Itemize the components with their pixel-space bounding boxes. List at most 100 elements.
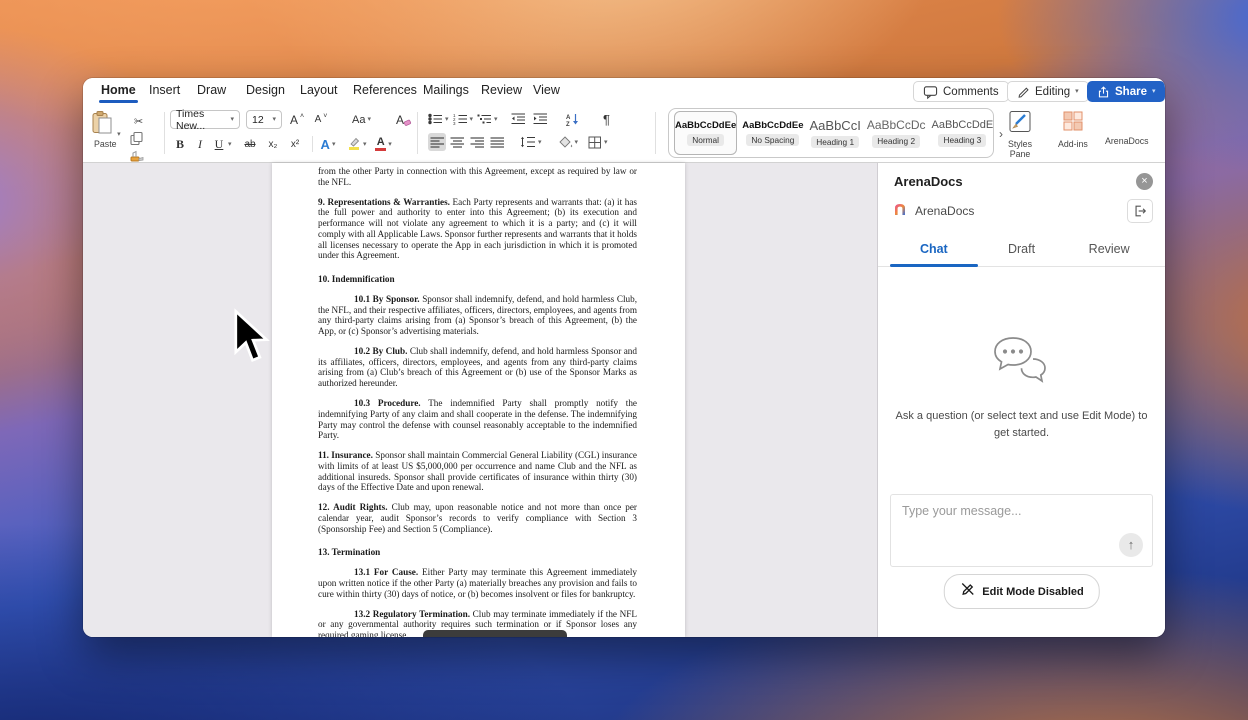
dock-peek-bar: [423, 630, 567, 637]
svg-text:3: 3: [453, 121, 456, 126]
style-no-spacing[interactable]: AaBbCcDdEe No Spacing: [741, 111, 804, 155]
paste-clipboard-icon: [90, 127, 114, 139]
font-color-button[interactable]: A▾: [375, 135, 393, 153]
borders-button[interactable]: ▾: [588, 133, 608, 151]
word-window: Home Insert Draw Design Layout Reference…: [83, 78, 1165, 637]
chevron-down-icon[interactable]: ▾: [228, 141, 238, 148]
highlight-color-button[interactable]: ▾: [347, 135, 367, 153]
share-icon: [1097, 85, 1110, 99]
add-ins-icon: [1061, 110, 1085, 136]
doc-paragraph-lead: 10.2 By Club.: [354, 346, 407, 356]
tab-draw[interactable]: Draw: [197, 83, 226, 97]
doc-paragraph-lead: 13.1 For Cause.: [354, 567, 418, 577]
comment-icon: [923, 85, 938, 99]
content-area: from the other Party in connection with …: [83, 163, 1165, 637]
style-heading-2[interactable]: AaBbCcDc Heading 2: [866, 111, 927, 155]
shading-button[interactable]: ▾: [558, 133, 579, 151]
bold-button[interactable]: B: [170, 135, 190, 153]
sign-out-icon: [1133, 204, 1147, 218]
arenadocs-logo-icon: [892, 201, 908, 222]
text-effects-button[interactable]: A▾: [319, 135, 337, 153]
change-case-button[interactable]: Aa▾: [352, 111, 371, 129]
numbered-list-button[interactable]: 123▾: [453, 110, 474, 128]
tab-home[interactable]: Home: [101, 83, 136, 97]
svg-text:A: A: [566, 115, 571, 121]
chevron-down-icon: ▾: [272, 116, 276, 123]
subscript-button[interactable]: x₂: [262, 135, 284, 153]
chevron-down-icon: ▾: [470, 116, 474, 123]
send-button[interactable]: ↑: [1119, 533, 1143, 557]
chevron-down-icon: ▾: [367, 116, 371, 123]
strikethrough-button[interactable]: ab: [238, 135, 262, 153]
tab-insert[interactable]: Insert: [149, 83, 180, 97]
pane-tab-chat[interactable]: Chat: [890, 233, 978, 266]
paste-label: Paste: [90, 139, 121, 149]
underline-button[interactable]: U: [210, 135, 228, 153]
align-right-button[interactable]: [468, 133, 486, 151]
chevron-down-icon: ▾: [388, 141, 392, 148]
cut-icon[interactable]: ✂: [130, 112, 148, 130]
styles-gallery: AaBbCcDdEe Normal AaBbCcDdEe No Spacing …: [668, 108, 994, 158]
doc-paragraph-lead: 9. Representations & Warranties.: [318, 197, 450, 207]
chevron-down-icon: ▾: [363, 141, 367, 148]
show-paragraph-marks-button[interactable]: ¶: [598, 110, 616, 128]
copy-icon[interactable]: [130, 132, 148, 148]
document-workspace: from the other Party in connection with …: [83, 163, 877, 637]
arenadocs-task-pane: ArenaDocs × ArenaDocs Chat Draft Review …: [877, 163, 1165, 637]
pane-tab-review[interactable]: Review: [1065, 233, 1153, 266]
tab-design[interactable]: Design: [246, 83, 285, 97]
style-normal[interactable]: AaBbCcDdEe Normal: [674, 111, 737, 155]
doc-paragraph-lead: 10.1 By Sponsor.: [354, 294, 420, 304]
ribbon-toolbar: ▾ Paste ✂ Times New...▾ 12▾ A˄ A˅ Aa▾ A: [83, 105, 1165, 163]
edit-mode-disabled-icon: [959, 581, 975, 602]
tab-references[interactable]: References: [353, 83, 417, 97]
tab-mailings[interactable]: Mailings: [423, 83, 469, 97]
superscript-button[interactable]: x²: [284, 135, 306, 153]
chevron-down-icon: ▾: [494, 116, 498, 123]
align-center-button[interactable]: [448, 133, 466, 151]
bullet-list-button[interactable]: ▾: [428, 110, 449, 128]
tab-review[interactable]: Review: [481, 83, 522, 97]
document-page[interactable]: from the other Party in connection with …: [272, 163, 685, 637]
doc-paragraph-lead: 13.2 Regulatory Termination.: [354, 609, 470, 619]
chat-message-input[interactable]: [891, 495, 1152, 566]
edit-mode-toggle[interactable]: Edit Mode Disabled: [943, 574, 1099, 609]
styles-pane-button[interactable]: Styles Pane: [1008, 110, 1032, 159]
clear-formatting-button[interactable]: A: [395, 111, 413, 129]
increase-indent-button[interactable]: [532, 110, 550, 128]
editing-mode-dropdown[interactable]: Editing ▾: [1007, 81, 1089, 102]
style-heading-3[interactable]: AaBbCcDdE Heading 3: [931, 111, 995, 155]
doc-paragraph: from the other Party in connection with …: [318, 166, 637, 187]
multilevel-list-button[interactable]: ▾: [477, 110, 498, 128]
justify-button[interactable]: [488, 133, 506, 151]
style-heading-1[interactable]: AaBbCcI Heading 1: [809, 111, 862, 155]
tab-view[interactable]: View: [533, 83, 560, 97]
share-button[interactable]: Share ▾: [1087, 81, 1165, 102]
decrease-indent-button[interactable]: [510, 110, 528, 128]
arenadocs-ribbon-button[interactable]: ArenaDocs: [1105, 113, 1149, 146]
sort-button[interactable]: AZ: [564, 110, 582, 128]
ribbon-tab-bar: Home Insert Draw Design Layout Reference…: [83, 78, 1165, 105]
paste-button[interactable]: ▾ Paste: [90, 110, 121, 149]
chevron-down-icon: ▾: [1075, 88, 1079, 95]
tab-layout[interactable]: Layout: [300, 83, 338, 97]
font-name-select[interactable]: Times New...▾: [170, 110, 240, 129]
grow-font-button[interactable]: A˄: [288, 111, 306, 129]
italic-button[interactable]: I: [190, 135, 210, 153]
chat-empty-caption: Ask a question (or select text and use E…: [895, 408, 1149, 441]
pane-tab-draft[interactable]: Draft: [978, 233, 1066, 266]
styles-pane-icon: [1008, 110, 1032, 136]
chat-input-box: ↑: [890, 494, 1153, 567]
doc-paragraph-lead: 11. Insurance.: [318, 450, 373, 460]
align-left-button[interactable]: [428, 133, 446, 151]
close-icon[interactable]: ×: [1136, 173, 1153, 190]
add-ins-button[interactable]: Add-ins: [1058, 110, 1088, 149]
styles-gallery-more-button[interactable]: ›: [999, 127, 1003, 141]
line-spacing-button[interactable]: ▾: [520, 133, 542, 151]
sign-out-button[interactable]: [1127, 199, 1153, 223]
comments-button[interactable]: Comments: [913, 81, 1009, 102]
font-size-select[interactable]: 12▾: [246, 110, 282, 129]
shrink-font-button[interactable]: A˅: [312, 111, 330, 129]
pane-title: ArenaDocs: [894, 174, 963, 189]
desktop: { "ribbon": { "tabs": ["Home","Insert","…: [0, 0, 1248, 720]
